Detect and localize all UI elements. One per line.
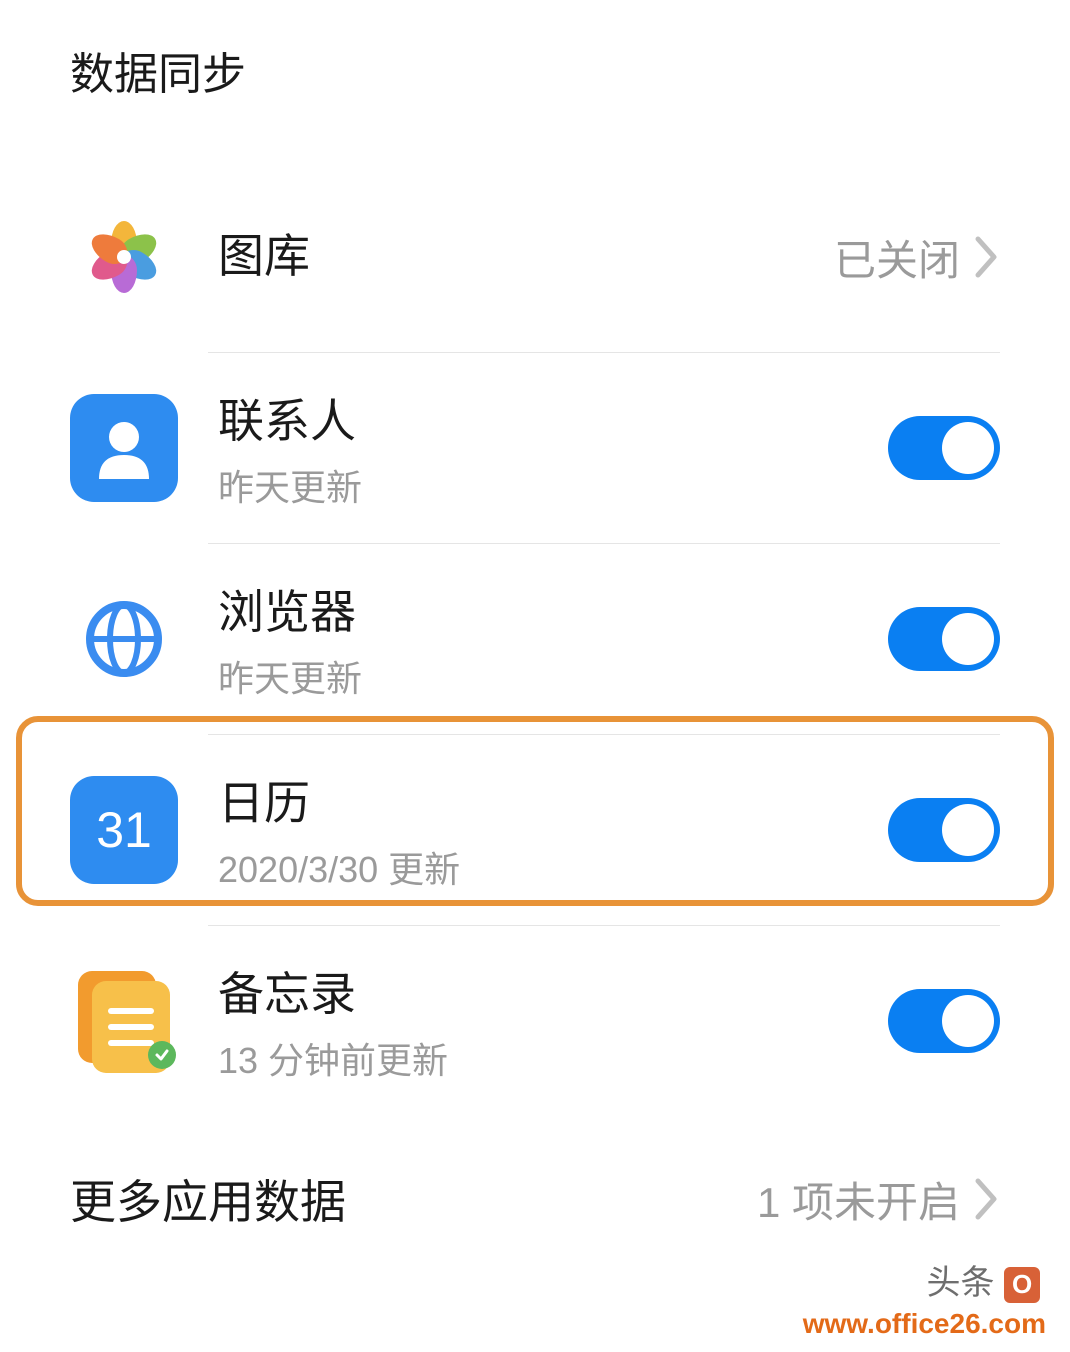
calendar-toggle[interactable] [888, 798, 1000, 862]
browser-label: 浏览器 [218, 576, 888, 642]
chevron-right-icon [974, 1177, 1000, 1221]
browser-icon [70, 585, 178, 693]
watermark-line1: 头条 [927, 1255, 1046, 1304]
row-gallery[interactable]: 图库 已关闭 [0, 162, 1070, 352]
section-title: 数据同步 [0, 38, 1070, 162]
notes-icon [70, 967, 178, 1075]
calendar-icon-text: 31 [96, 801, 152, 859]
row-browser[interactable]: 浏览器 昨天更新 [0, 544, 1070, 734]
contacts-label: 联系人 [218, 385, 888, 451]
more-apps-label: 更多应用数据 [70, 1166, 757, 1232]
contacts-icon [70, 394, 178, 502]
notes-sub: 13 分钟前更新 [218, 1032, 888, 1084]
calendar-label: 日历 [218, 767, 888, 833]
browser-sub: 昨天更新 [218, 650, 888, 702]
row-calendar[interactable]: 31 日历 2020/3/30 更新 [0, 735, 1070, 925]
calendar-sub: 2020/3/30 更新 [218, 841, 888, 893]
more-apps-status: 1 项未开启 [757, 1169, 960, 1230]
gallery-status: 已关闭 [834, 227, 960, 288]
browser-toggle[interactable] [888, 607, 1000, 671]
chevron-right-icon [974, 235, 1000, 279]
row-more-apps[interactable]: 更多应用数据 1 项未开启 [0, 1126, 1070, 1232]
contacts-toggle[interactable] [888, 416, 1000, 480]
gallery-icon [70, 203, 178, 311]
watermark-line2: www.office26.com [803, 1308, 1046, 1340]
notes-toggle[interactable] [888, 989, 1000, 1053]
office-logo-icon [1004, 1267, 1040, 1303]
calendar-icon: 31 [70, 776, 178, 884]
row-contacts[interactable]: 联系人 昨天更新 [0, 353, 1070, 543]
gallery-label: 图库 [218, 220, 834, 286]
notes-label: 备忘录 [218, 958, 888, 1024]
contacts-sub: 昨天更新 [218, 459, 888, 511]
row-notes[interactable]: 备忘录 13 分钟前更新 [0, 926, 1070, 1116]
